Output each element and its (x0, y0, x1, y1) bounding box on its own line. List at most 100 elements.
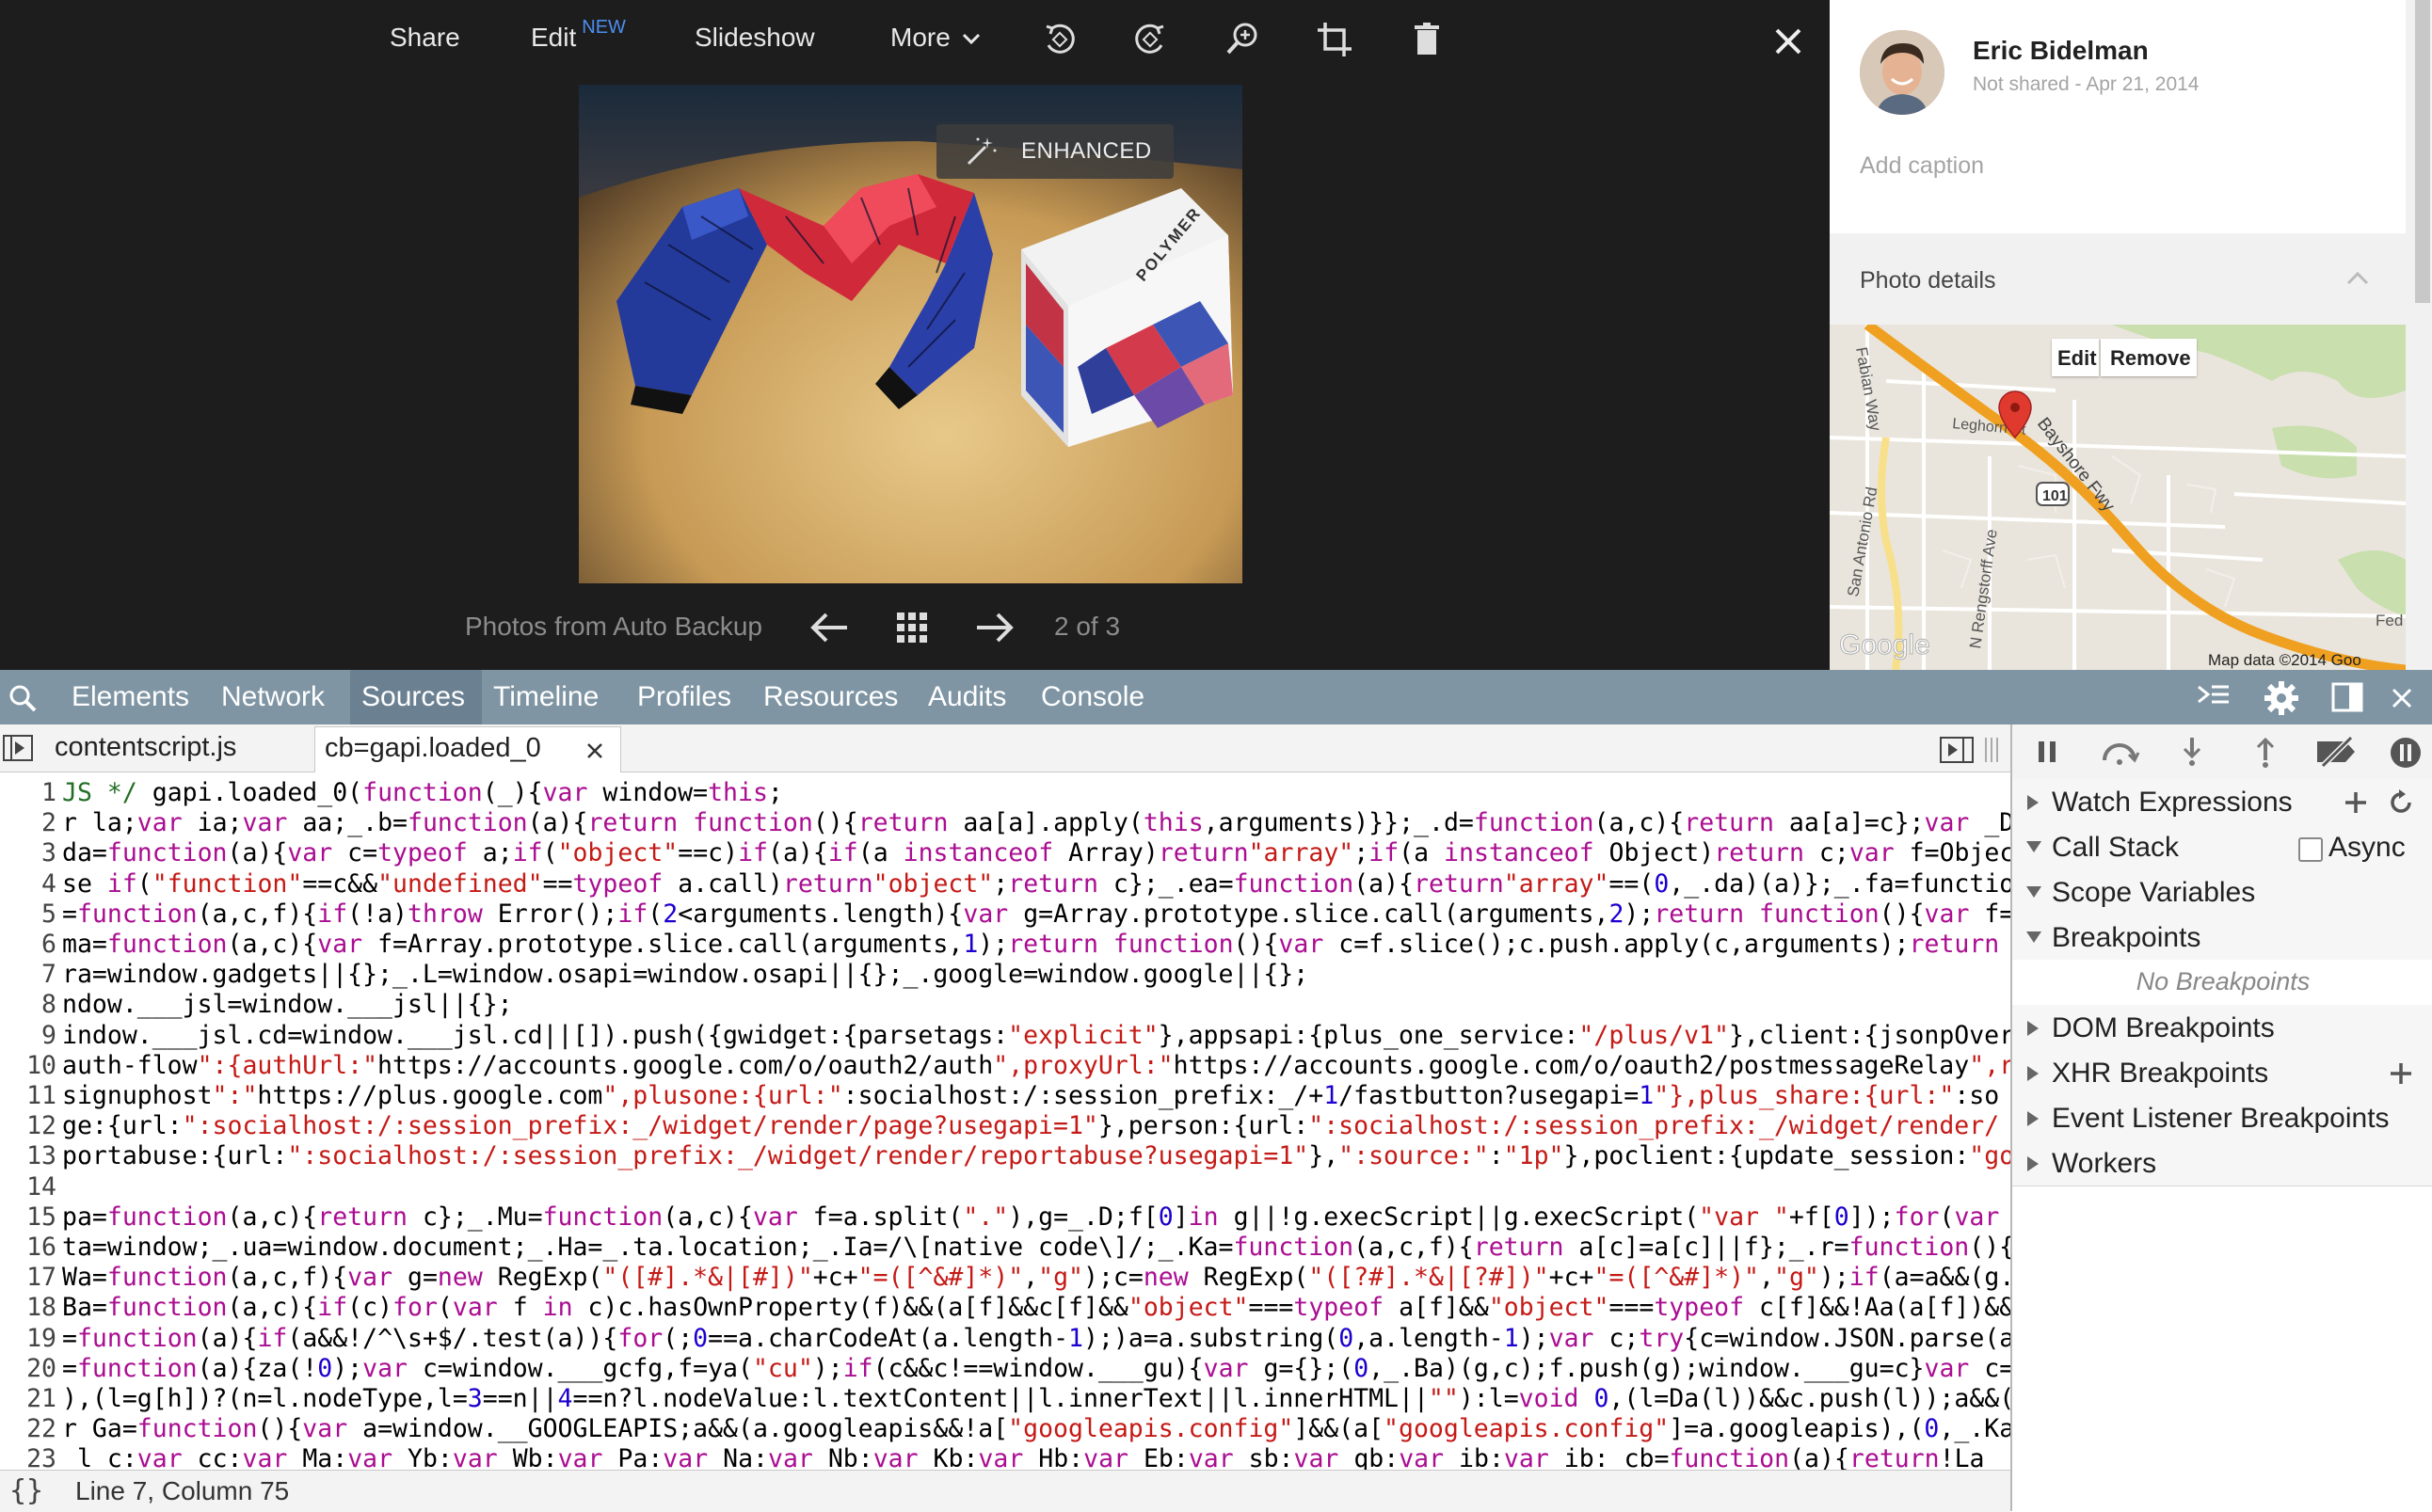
code-line[interactable]: =function(a){za(!0);var c=window.___gcfg… (62, 1354, 2010, 1383)
slideshow-button[interactable]: Slideshow (695, 23, 815, 53)
pause-icon[interactable] (2033, 738, 2061, 766)
close-devtools-icon[interactable] (2389, 685, 2415, 711)
grid-icon[interactable] (896, 612, 928, 644)
rotate-right-icon[interactable] (1129, 19, 1171, 60)
map-remove-button[interactable]: Remove (2101, 339, 2197, 376)
line-number[interactable]: 8 (0, 990, 56, 1019)
arrow-left-icon[interactable] (808, 612, 851, 644)
console-drawer-icon[interactable] (2195, 683, 2232, 711)
code-line[interactable]: ge:{url:":socialhost:/:session_prefix:_/… (62, 1111, 1999, 1140)
step-into-icon[interactable] (2178, 736, 2206, 768)
tab-resources[interactable]: Resources (763, 681, 898, 713)
more-menu-button[interactable]: More (890, 23, 981, 53)
toggle-navigator-icon[interactable] (2, 734, 34, 762)
code-line[interactable]: ra=window.gadgets||{};_.L=window.osapi=w… (62, 960, 1308, 989)
line-number[interactable]: 16 (0, 1233, 56, 1262)
photo-details-heading[interactable]: Photo details (1860, 267, 1996, 294)
line-number[interactable]: 18 (0, 1293, 56, 1322)
breakpoints-pane[interactable]: Breakpoints (2012, 915, 2432, 961)
async-checkbox[interactable] (2298, 837, 2323, 862)
caption-input[interactable]: Add caption (1860, 152, 1984, 180)
line-number[interactable]: 11 (0, 1081, 56, 1110)
workers-pane[interactable]: Workers (2012, 1140, 2432, 1186)
add-icon[interactable] (2389, 1061, 2413, 1086)
deactivate-breakpoints-icon[interactable] (2313, 736, 2360, 768)
source-code-editor[interactable]: 1 JS */ gapi.loaded_0(function(_){var win… (0, 772, 2010, 1470)
close-icon[interactable] (584, 740, 605, 761)
map-edit-button[interactable]: Edit (2052, 339, 2099, 376)
line-number[interactable]: 1 (0, 778, 56, 807)
rotate-left-icon[interactable] (1039, 19, 1080, 60)
code-line[interactable]: _l_c:var cc:var Ma:var Yb:var Wb:var Pa:… (62, 1444, 1985, 1470)
arrow-right-icon[interactable] (973, 612, 1016, 644)
owner-name[interactable]: Eric Bidelman (1973, 36, 2149, 66)
line-number[interactable]: 15 (0, 1202, 56, 1232)
line-number[interactable]: 22 (0, 1414, 56, 1443)
edit-button[interactable]: Edit NEW (531, 17, 626, 53)
chevron-up-icon[interactable] (2345, 269, 2370, 288)
tab-network[interactable]: Network (221, 681, 325, 713)
line-number[interactable]: 7 (0, 960, 56, 989)
line-number[interactable]: 12 (0, 1111, 56, 1140)
code-line[interactable]: ndow.___jsl=window.___jsl||{}; (62, 990, 513, 1019)
line-number[interactable]: 19 (0, 1324, 56, 1353)
close-icon[interactable] (1769, 23, 1807, 60)
line-number[interactable]: 14 (0, 1172, 56, 1202)
tab-audits[interactable]: Audits (928, 681, 1006, 713)
code-line[interactable]: ma=function(a,c){var f=Array.prototype.s… (62, 930, 1999, 959)
line-number[interactable]: 17 (0, 1263, 56, 1292)
line-number[interactable]: 21 (0, 1384, 56, 1413)
code-line[interactable]: se if("function"==c&&"undefined"==typeof… (62, 869, 2010, 899)
search-icon[interactable] (8, 683, 38, 713)
pretty-print-icon[interactable]: {} (9, 1474, 43, 1507)
line-number[interactable]: 4 (0, 869, 56, 899)
tab-sources[interactable]: Sources (361, 681, 465, 713)
panel-scrollbar[interactable] (2415, 0, 2430, 303)
code-line[interactable]: =function(a){if(a&&!/^\s+$/.test(a)){for… (62, 1324, 2010, 1353)
dom-breakpoints-pane[interactable]: DOM Breakpoints (2012, 1005, 2432, 1051)
code-line[interactable]: =function(a,c,f){if(!a)throw Error();if(… (62, 899, 2010, 929)
line-number[interactable]: 10 (0, 1051, 56, 1080)
code-line[interactable]: da=function(a){var c=typeof a;if("object… (62, 838, 2010, 867)
avatar[interactable] (1860, 30, 1944, 115)
settings-gear-icon[interactable] (2263, 679, 2300, 717)
line-number[interactable]: 13 (0, 1141, 56, 1170)
line-number[interactable]: 5 (0, 899, 56, 929)
line-number[interactable]: 20 (0, 1354, 56, 1383)
pane-resize-handle[interactable] (1982, 736, 2001, 764)
xhr-breakpoints-pane[interactable]: XHR Breakpoints (2012, 1050, 2432, 1096)
zoom-icon[interactable] (1222, 19, 1263, 60)
code-line[interactable]: pa=function(a,c){return c};_.Mu=function… (62, 1202, 1999, 1232)
code-line[interactable]: ),(l=g[h])?(n=l.nodeType,l=3==n||4==n?l.… (62, 1384, 2010, 1413)
file-tab-active[interactable]: cb=gapi.loaded_0 (314, 726, 621, 772)
call-stack-pane[interactable]: Call Stack Async (2012, 824, 2432, 870)
crop-icon[interactable] (1314, 19, 1355, 60)
code-line[interactable]: r Ga=function(){var a=window.__GOOGLEAPI… (62, 1414, 2010, 1443)
trash-icon[interactable] (1406, 19, 1448, 60)
add-icon[interactable] (2344, 790, 2368, 815)
step-over-icon[interactable] (2099, 738, 2140, 766)
enhanced-badge[interactable]: ENHANCED (936, 124, 1174, 179)
scope-variables-pane[interactable]: Scope Variables (2012, 869, 2432, 915)
location-map[interactable]: 101 Fabian Way Leghorn St Bayshore Fwy S… (1830, 325, 2406, 670)
tab-console[interactable]: Console (1041, 681, 1144, 713)
line-number[interactable]: 2 (0, 808, 56, 837)
code-line[interactable]: ta=window;_.ua=window.document;_.Ha=_.ta… (62, 1233, 2010, 1262)
code-line[interactable]: auth-flow":{authUrl:"https://accounts.go… (62, 1051, 2010, 1080)
tab-elements[interactable]: Elements (72, 681, 189, 713)
code-line[interactable]: indow.___jsl.cd=window.___jsl.cd||[]).pu… (62, 1021, 2010, 1050)
step-out-icon[interactable] (2251, 736, 2280, 768)
dock-icon[interactable] (2330, 681, 2364, 713)
file-tab-contentscript[interactable]: contentscript.js (55, 732, 236, 763)
code-line[interactable]: Wa=function(a,c,f){var g=new RegExp("([#… (62, 1263, 2010, 1292)
share-button[interactable]: Share (390, 23, 460, 53)
event-listener-breakpoints-pane[interactable]: Event Listener Breakpoints (2012, 1095, 2432, 1141)
refresh-icon[interactable] (2387, 788, 2415, 817)
line-number[interactable]: 9 (0, 1021, 56, 1050)
pause-on-exceptions-icon[interactable] (2389, 736, 2423, 770)
line-number[interactable]: 23 (0, 1444, 56, 1470)
code-line[interactable]: portabuse:{url:":socialhost:/:session_pr… (62, 1141, 2010, 1170)
toggle-debugger-icon[interactable] (1939, 736, 1975, 764)
code-line[interactable]: r la;var ia;var aa;_.b=function(a){retur… (62, 808, 2010, 837)
watch-expressions-pane[interactable]: Watch Expressions (2012, 779, 2432, 825)
